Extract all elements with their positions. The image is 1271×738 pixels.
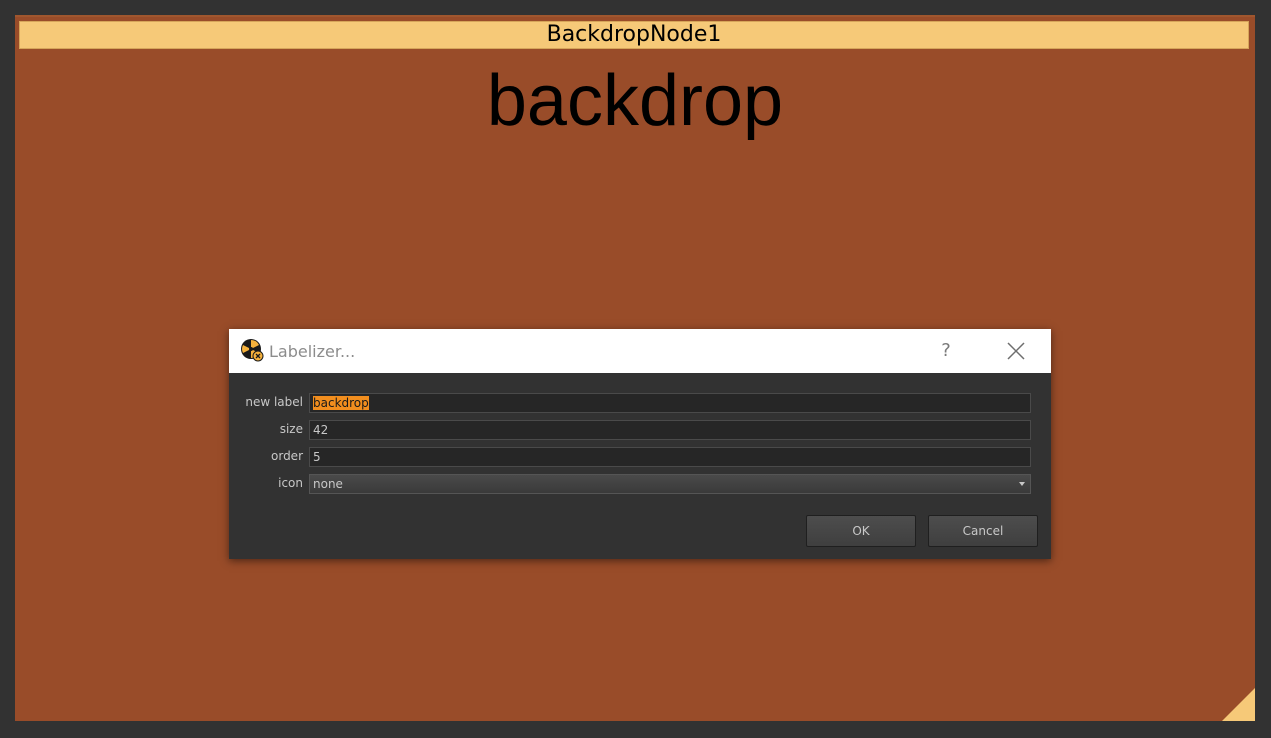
dialog-title: Labelizer...: [269, 342, 356, 361]
cancel-button[interactable]: Cancel: [928, 515, 1038, 547]
size-label: size: [279, 422, 303, 436]
icon-label: icon: [278, 476, 303, 490]
node-graph-canvas[interactable]: BackdropNode1 backdrop Labelizer... ? ne…: [0, 0, 1271, 738]
order-input[interactable]: 5: [309, 447, 1031, 467]
labelizer-dialog: Labelizer... ? new label backdrop size 4…: [229, 329, 1051, 559]
new-label-input[interactable]: backdrop: [309, 393, 1031, 413]
order-label: order: [271, 449, 303, 463]
backdrop-resize-handle[interactable]: [1222, 688, 1255, 721]
icon-select-value: none: [313, 477, 343, 491]
backdrop-node-title[interactable]: BackdropNode1: [19, 21, 1249, 49]
help-icon[interactable]: ?: [936, 339, 956, 363]
nuke-app-icon: [241, 339, 264, 362]
dialog-titlebar[interactable]: Labelizer... ?: [229, 329, 1051, 373]
new-label-label: new label: [245, 395, 303, 409]
size-input[interactable]: 42: [309, 420, 1031, 440]
icon-row: icon none: [229, 474, 1051, 496]
new-label-row: new label backdrop: [229, 393, 1051, 415]
backdrop-label-text: backdrop: [486, 61, 784, 141]
ok-button[interactable]: OK: [806, 515, 916, 547]
chevron-down-icon: [1019, 482, 1025, 486]
close-icon[interactable]: [1005, 340, 1027, 362]
new-label-value: backdrop: [313, 396, 369, 410]
size-row: size 42: [229, 420, 1051, 442]
icon-select[interactable]: none: [309, 474, 1031, 494]
order-row: order 5: [229, 447, 1051, 469]
